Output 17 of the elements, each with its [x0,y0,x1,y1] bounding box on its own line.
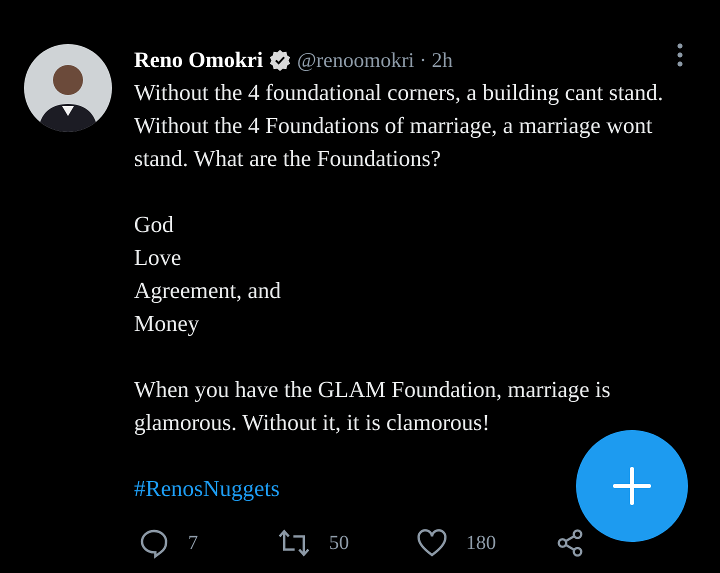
heart-icon[interactable] [416,528,448,558]
tweet-text: Without the 4 foundational corners, a building cant stand. Without the 4 Foundations of marriage, a marriage wont stand. What are the Foundations? [134,79,664,173]
list-line: God [134,211,175,239]
hashtag-link[interactable]: #RenosNuggets [134,472,280,505]
action-count: 7 [188,532,198,554]
list-line: Love [134,244,182,272]
author-name[interactable]: Reno Omokri [134,47,263,73]
share-icon[interactable] [555,528,585,558]
list-line: Money [134,310,200,338]
action-count: 50 [329,532,349,554]
handle-and-time: @renoomokri · 2h [296,48,453,72]
action-count: 180 [466,532,496,554]
plus-icon [612,466,652,506]
tweet-text: When you have the GLAM Foundation, marriage is glamorous. Without it, it is clamorous! [134,376,612,437]
list-line: Agreement, and [134,277,282,305]
reply-icon[interactable] [138,527,170,559]
retweet-icon[interactable] [277,527,311,559]
